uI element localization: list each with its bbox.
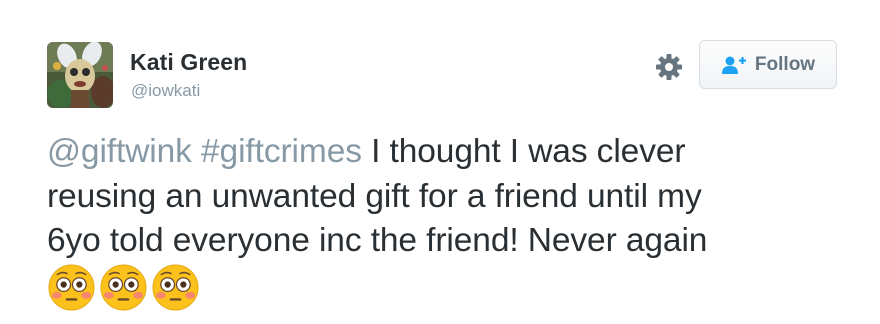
gear-icon[interactable] <box>654 52 684 82</box>
tweet-line-1: @giftwink #giftcrimes I thought I was cl… <box>47 130 847 175</box>
tweet-text: @giftwink #giftcrimes I thought I was cl… <box>47 130 847 264</box>
follow-label: Follow <box>754 53 816 75</box>
tweet-line-3: 6yo told everyone inc the friend! Never … <box>47 222 708 259</box>
tweet-line-1-text: I thought I was clever <box>361 133 686 170</box>
avatar[interactable] <box>47 42 113 108</box>
follow-button[interactable]: Follow <box>699 40 837 89</box>
flushed-face-emoji <box>152 264 199 311</box>
hashtag-link[interactable]: #giftcrimes <box>201 133 362 170</box>
add-user-icon <box>721 55 747 75</box>
tweet-line-2: reusing an unwanted gift for a friend un… <box>47 177 702 215</box>
user-handle[interactable]: @iowkati <box>131 81 200 101</box>
tweet-card: Kati Green @iowkati Follow @giftwink #gi… <box>0 0 880 324</box>
mention-link[interactable]: @giftwink <box>47 133 192 170</box>
avatar-image <box>47 42 113 108</box>
flushed-face-emoji <box>48 264 95 311</box>
display-name[interactable]: Kati Green <box>130 49 247 76</box>
emoji-row <box>47 263 200 312</box>
flushed-face-emoji <box>100 264 147 311</box>
